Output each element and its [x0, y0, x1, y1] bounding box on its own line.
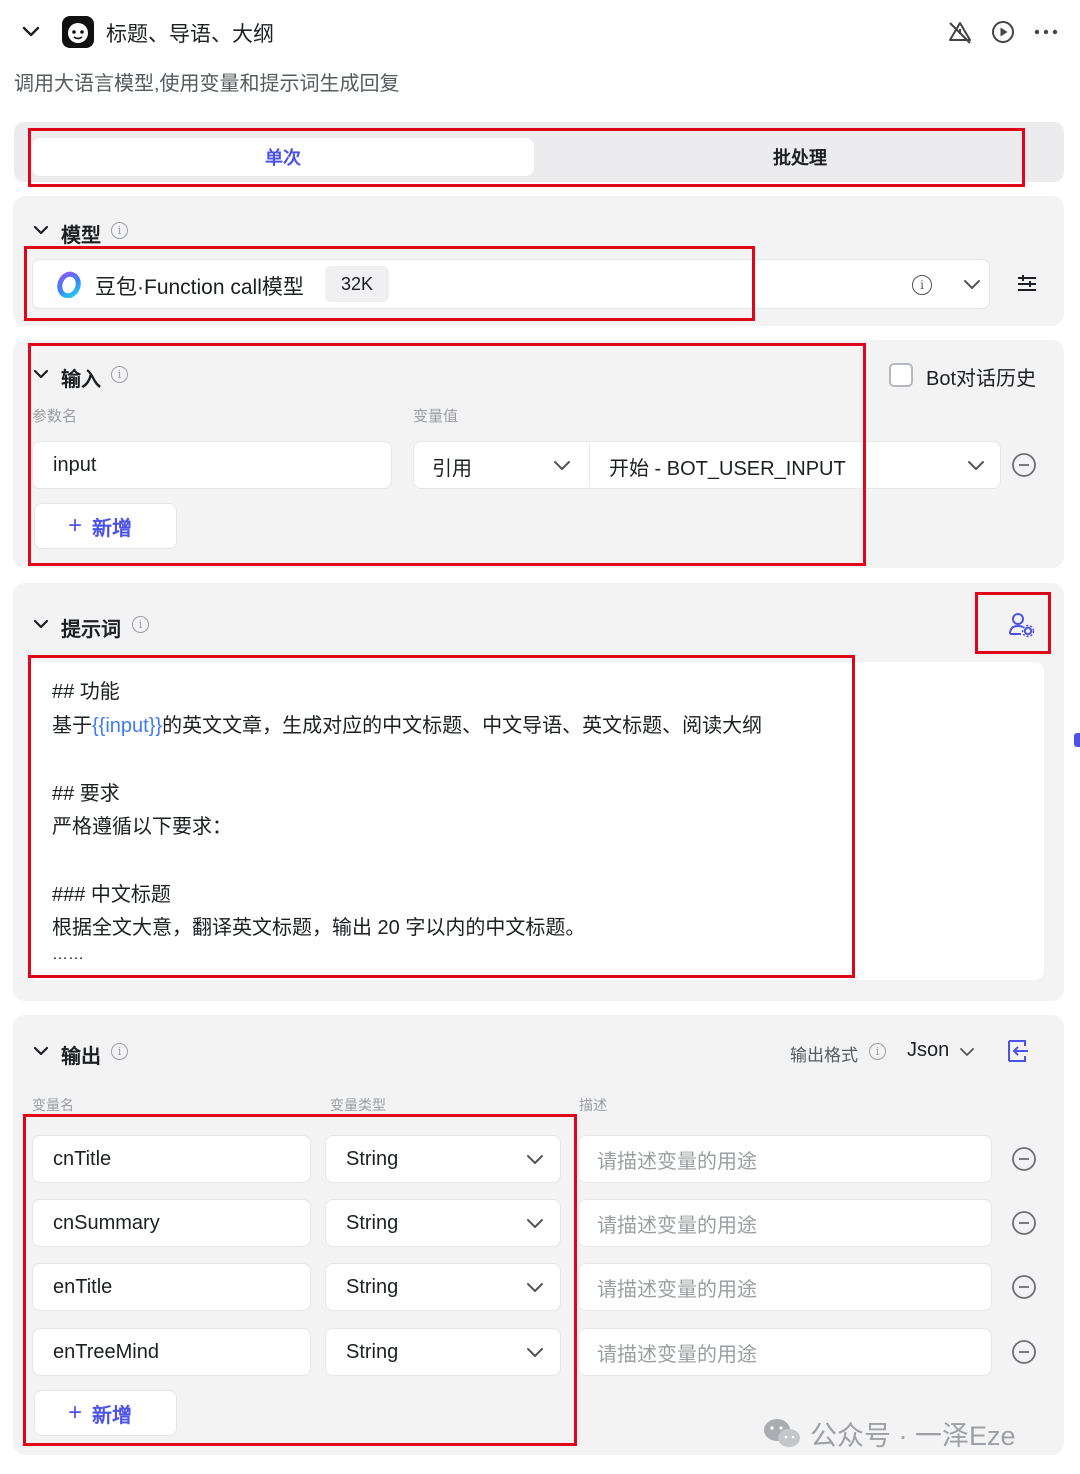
prompt-collapse-icon[interactable]: [32, 615, 50, 633]
model-settings-icon[interactable]: [1015, 272, 1039, 296]
output-import-icon[interactable]: [1005, 1038, 1031, 1064]
alert-off-icon[interactable]: [946, 18, 974, 46]
edge-indicator: [1074, 733, 1080, 747]
output-format-value[interactable]: Json: [907, 1039, 949, 1062]
output-section-title: 输出: [61, 1046, 101, 1068]
value-reference-chevron-icon[interactable]: [966, 455, 986, 475]
highlight-tabs: [28, 128, 1025, 187]
node-description: 调用大语言模型,使用变量和提示词生成回复: [14, 73, 400, 95]
model-collapse-icon[interactable]: [32, 221, 50, 239]
output-row-3-desc-placeholder: 请描述变量的用途: [597, 1278, 757, 1301]
prompt-section-title: 提示词: [61, 619, 121, 641]
highlight-model: [24, 246, 755, 321]
output-row-2-desc-field[interactable]: 请描述变量的用途: [578, 1199, 992, 1247]
output-col-name: 变量名: [32, 1097, 74, 1113]
output-info-icon[interactable]: i: [111, 1043, 128, 1060]
model-info-icon[interactable]: i: [111, 222, 128, 239]
output-row-1-desc-placeholder: 请描述变量的用途: [597, 1150, 757, 1173]
more-options-icon[interactable]: [1032, 18, 1060, 46]
remove-output-row-3-icon[interactable]: [1011, 1274, 1037, 1300]
collapse-chevron-icon[interactable]: [20, 20, 42, 42]
highlight-prompt-settings: [975, 592, 1051, 654]
output-format-label: 输出格式: [790, 1046, 858, 1065]
model-detail-info-icon[interactable]: i: [912, 275, 932, 295]
watermark-text: 公众号 · 一泽Eze: [810, 1421, 1016, 1451]
output-format-info-icon[interactable]: i: [869, 1043, 886, 1060]
output-row-1-desc-field[interactable]: 请描述变量的用途: [578, 1135, 992, 1183]
model-dropdown-chevron-icon[interactable]: [962, 274, 982, 294]
output-col-type: 变量类型: [330, 1097, 386, 1113]
remove-output-row-4-icon[interactable]: [1011, 1339, 1037, 1365]
highlight-prompt: [28, 655, 855, 978]
remove-output-row-2-icon[interactable]: [1011, 1210, 1037, 1236]
output-row-4-desc-field[interactable]: 请描述变量的用途: [578, 1328, 992, 1376]
output-collapse-icon[interactable]: [32, 1042, 50, 1060]
output-row-2-desc-placeholder: 请描述变量的用途: [597, 1214, 757, 1237]
wechat-icon: [764, 1418, 800, 1447]
history-label: Bot对话历史: [926, 368, 1037, 390]
highlight-input: [28, 343, 866, 566]
run-play-icon[interactable]: [989, 18, 1017, 46]
output-format-chevron-icon[interactable]: [958, 1043, 976, 1061]
output-row-4-desc-placeholder: 请描述变量的用途: [597, 1343, 757, 1366]
output-row-3-desc-field[interactable]: 请描述变量的用途: [578, 1263, 992, 1311]
model-section-title: 模型: [61, 225, 101, 247]
remove-output-row-1-icon[interactable]: [1011, 1146, 1037, 1172]
highlight-output: [23, 1114, 577, 1446]
history-checkbox[interactable]: [889, 363, 913, 387]
prompt-info-icon[interactable]: i: [132, 616, 149, 633]
llm-node-icon: [62, 16, 94, 48]
watermark: 公众号 · 一泽Eze: [762, 1414, 1016, 1453]
output-col-desc: 描述: [579, 1097, 607, 1113]
remove-input-icon[interactable]: [1011, 452, 1037, 478]
node-title: 标题、导语、大纲: [106, 23, 274, 46]
